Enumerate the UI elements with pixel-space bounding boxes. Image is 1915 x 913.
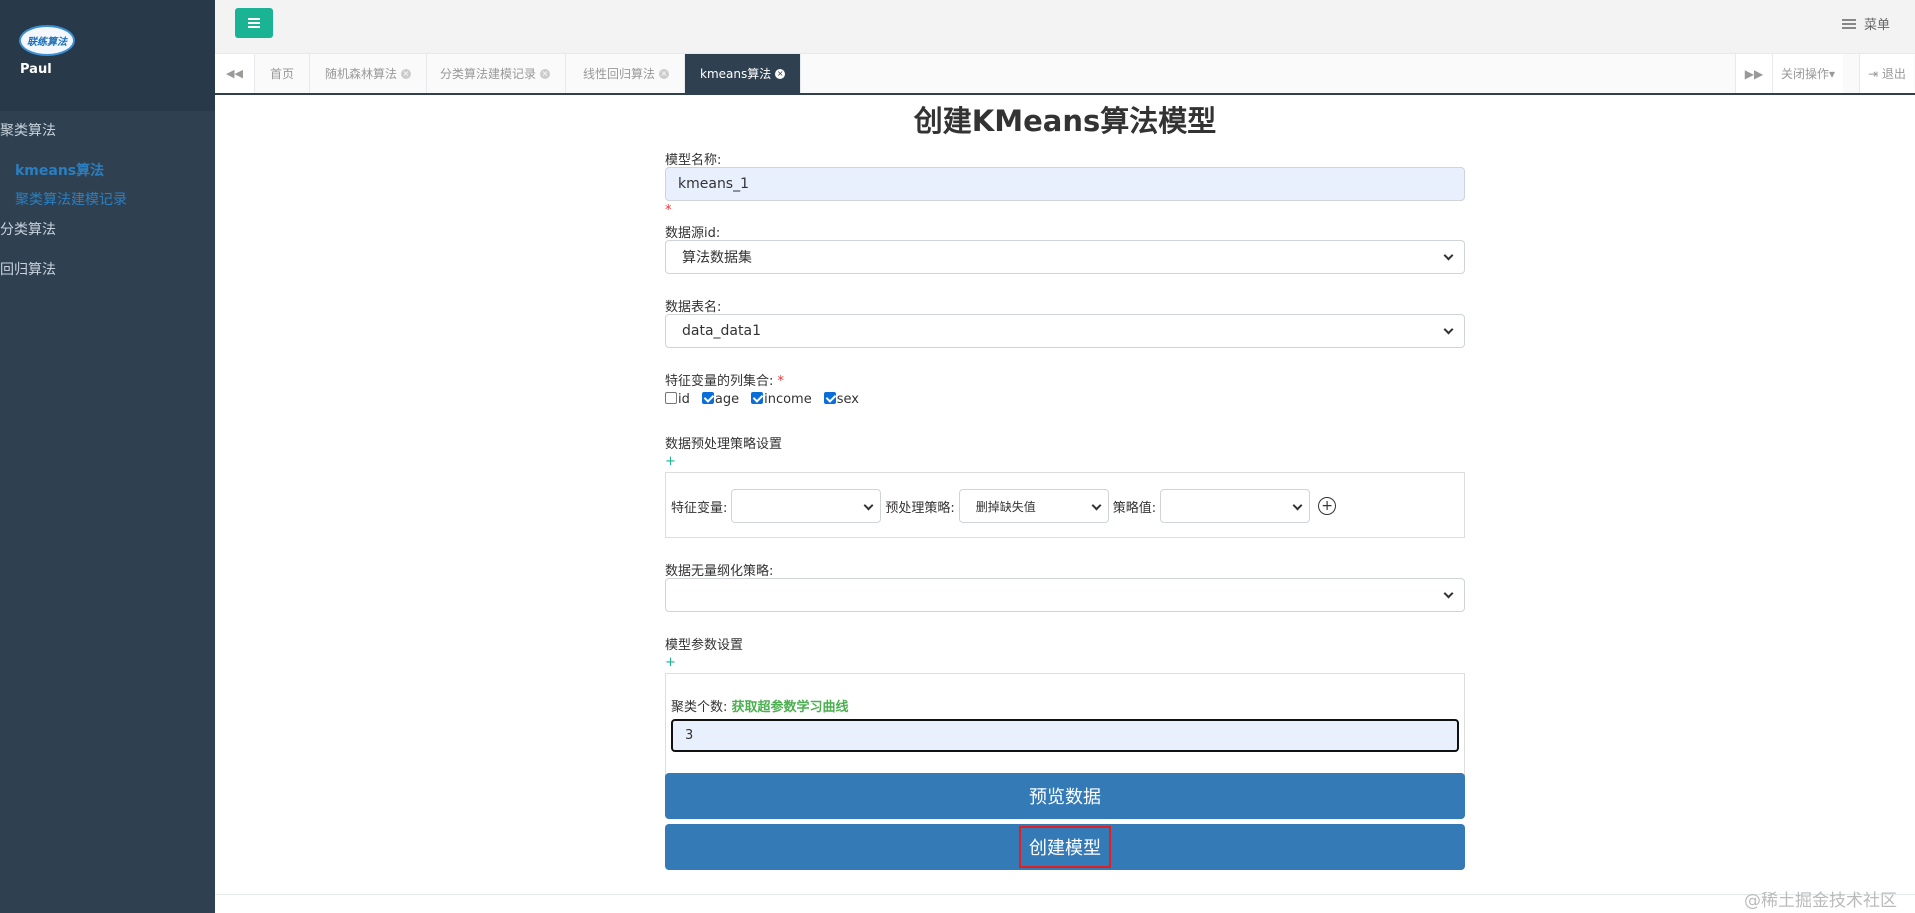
tab-label: 随机森林算法: [325, 67, 398, 81]
topbar: 菜单: [215, 0, 1915, 54]
tab-random-forest[interactable]: 随机森林算法 ×: [310, 54, 428, 93]
params-box: 聚类个数: 获取超参数学习曲线 3: [665, 673, 1465, 776]
tab-scroll-right-icon[interactable]: ▶▶: [1735, 54, 1772, 93]
logout-button[interactable]: ⇥ 退出: [1859, 54, 1914, 93]
tab-kmeans[interactable]: kmeans算法 ×: [685, 54, 802, 93]
preprocess-label: 数据预处理策略设置: [665, 437, 783, 452]
feature-age-checkbox[interactable]: age: [701, 392, 740, 407]
tab-label: 分类算法建模记录: [440, 67, 537, 81]
create-model-label: 创建模型: [1019, 826, 1111, 868]
tab-home[interactable]: 首页: [255, 54, 311, 93]
table-name-select[interactable]: data_data1: [665, 314, 1465, 348]
chevron-down-icon: [863, 500, 874, 511]
user-name[interactable]: Paul: [20, 62, 52, 77]
required-mark: *: [777, 374, 785, 389]
chevron-down-icon: [1443, 324, 1454, 335]
tab-classification-records[interactable]: 分类算法建模记录 ×: [425, 54, 567, 93]
datasource-select[interactable]: 算法数据集: [665, 240, 1465, 274]
params-label: 模型参数设置: [665, 638, 744, 653]
page-title: 创建KMeans算法模型: [913, 104, 1217, 138]
tab-close-icon[interactable]: ×: [659, 68, 670, 79]
feature-sex-checkbox[interactable]: sex: [823, 392, 859, 407]
logout-label: 退出: [1881, 67, 1906, 81]
create-model-button[interactable]: 创建模型: [665, 824, 1465, 870]
tab-close-icon[interactable]: ×: [401, 68, 412, 79]
menu-label: 菜单: [1863, 18, 1890, 33]
tabs-bar: ◀◀ 首页 随机森林算法 × 分类算法建模记录 × 线性回归算法 × kmeans算法…: [215, 54, 1915, 95]
checkbox-checked-icon: [751, 392, 764, 404]
strategy-value-label: 策略值:: [1112, 500, 1157, 516]
preprocess-strategy-value: 删掉缺失值: [975, 499, 1036, 514]
chevron-down-icon: [1292, 500, 1303, 511]
nav-group-clustering[interactable]: 聚类算法: [0, 120, 56, 140]
sidebar-header: 联练算法 Paul: [0, 0, 215, 111]
preprocess-row: 特征变量: 预处理策略: 删掉缺失值 策略值: +: [671, 489, 1337, 523]
footer-divider: [215, 894, 1915, 895]
nav-group-regression[interactable]: 回归算法: [0, 259, 56, 279]
feature-label: age: [714, 392, 740, 407]
tab-scroll-left-icon[interactable]: ◀◀: [215, 54, 255, 93]
strategy-value-select[interactable]: [1160, 489, 1311, 523]
sidebar: 联练算法 Paul 聚类算法 kmeans算法 聚类算法建模记录 分类算法 回归…: [0, 0, 215, 913]
feature-var-select[interactable]: [731, 489, 882, 523]
table-name-label: 数据表名:: [665, 300, 722, 315]
nav-item-kmeans[interactable]: kmeans算法: [15, 160, 104, 180]
datasource-label: 数据源id:: [665, 226, 721, 241]
logo-text: 联练算法: [27, 37, 67, 48]
features-checkboxes: id age income sex: [665, 392, 859, 407]
feature-id-checkbox[interactable]: id: [665, 392, 690, 407]
preview-data-button[interactable]: 预览数据: [665, 773, 1465, 819]
preview-data-label: 预览数据: [1029, 787, 1101, 808]
tab-label: 首页: [270, 67, 295, 81]
menu-toggle-button[interactable]: [235, 8, 273, 38]
add-circle-icon[interactable]: +: [1318, 497, 1337, 515]
add-param-plus[interactable]: +: [665, 655, 676, 670]
tab-linear-regression[interactable]: 线性回归算法 ×: [568, 54, 686, 93]
checkbox-checked-icon: [823, 392, 836, 404]
watermark: @稀土掘金技术社区: [1744, 891, 1897, 911]
features-label-text: 特征变量的列集合:: [665, 374, 774, 389]
preprocess-box: 特征变量: 预处理策略: 删掉缺失值 策略值: +: [665, 472, 1465, 538]
hyperparam-curve-link[interactable]: 获取超参数学习曲线: [732, 700, 849, 715]
k-label-text: 聚类个数:: [671, 700, 728, 715]
chevron-down-icon: [1091, 500, 1102, 511]
model-name-input[interactable]: kmeans_1: [665, 167, 1465, 201]
top-menu[interactable]: 菜单: [1841, 14, 1890, 33]
add-preprocess-plus[interactable]: +: [665, 454, 676, 469]
preprocess-strategy-select[interactable]: 删掉缺失值: [958, 489, 1109, 523]
hamburger-icon: [248, 18, 260, 28]
close-operations-dropdown[interactable]: 关闭操作 ▾: [1772, 54, 1844, 93]
nav-item-clustering-records[interactable]: 聚类算法建模记录: [15, 189, 127, 209]
feature-var-label: 特征变量:: [671, 500, 728, 516]
feature-label: income: [764, 392, 812, 407]
nav-group-classification[interactable]: 分类算法: [0, 219, 56, 239]
chevron-down-icon: [1443, 250, 1454, 261]
feature-label: id: [678, 392, 690, 407]
chevron-down-icon: [1443, 588, 1454, 599]
feature-label: sex: [836, 392, 859, 407]
tab-label: 线性回归算法: [583, 67, 656, 81]
tab-label: kmeans算法: [700, 67, 772, 81]
feature-income-checkbox[interactable]: income: [751, 392, 812, 407]
close-operations-label: 关闭操作: [1781, 67, 1830, 81]
scaling-label: 数据无量纲化策略:: [665, 564, 774, 579]
logout-icon: ⇥: [1868, 66, 1882, 81]
required-mark: *: [665, 203, 672, 218]
tab-close-icon[interactable]: ×: [540, 68, 551, 79]
features-label: 特征变量的列集合: *: [665, 370, 784, 389]
table-name-value: data_data1: [682, 323, 761, 339]
k-label: 聚类个数: 获取超参数学习曲线: [671, 696, 849, 715]
scaling-select[interactable]: [665, 578, 1465, 612]
datasource-value: 算法数据集: [682, 250, 752, 266]
checkbox-checked-icon: [701, 392, 714, 404]
checkbox-icon: [665, 392, 677, 404]
preprocess-strategy-label: 预处理策略:: [885, 500, 955, 516]
tab-close-icon[interactable]: ×: [775, 68, 786, 79]
k-input[interactable]: 3: [671, 719, 1459, 752]
menu-icon: [1841, 18, 1856, 29]
model-name-label: 模型名称:: [665, 153, 722, 168]
logo: 联练算法: [19, 25, 75, 56]
